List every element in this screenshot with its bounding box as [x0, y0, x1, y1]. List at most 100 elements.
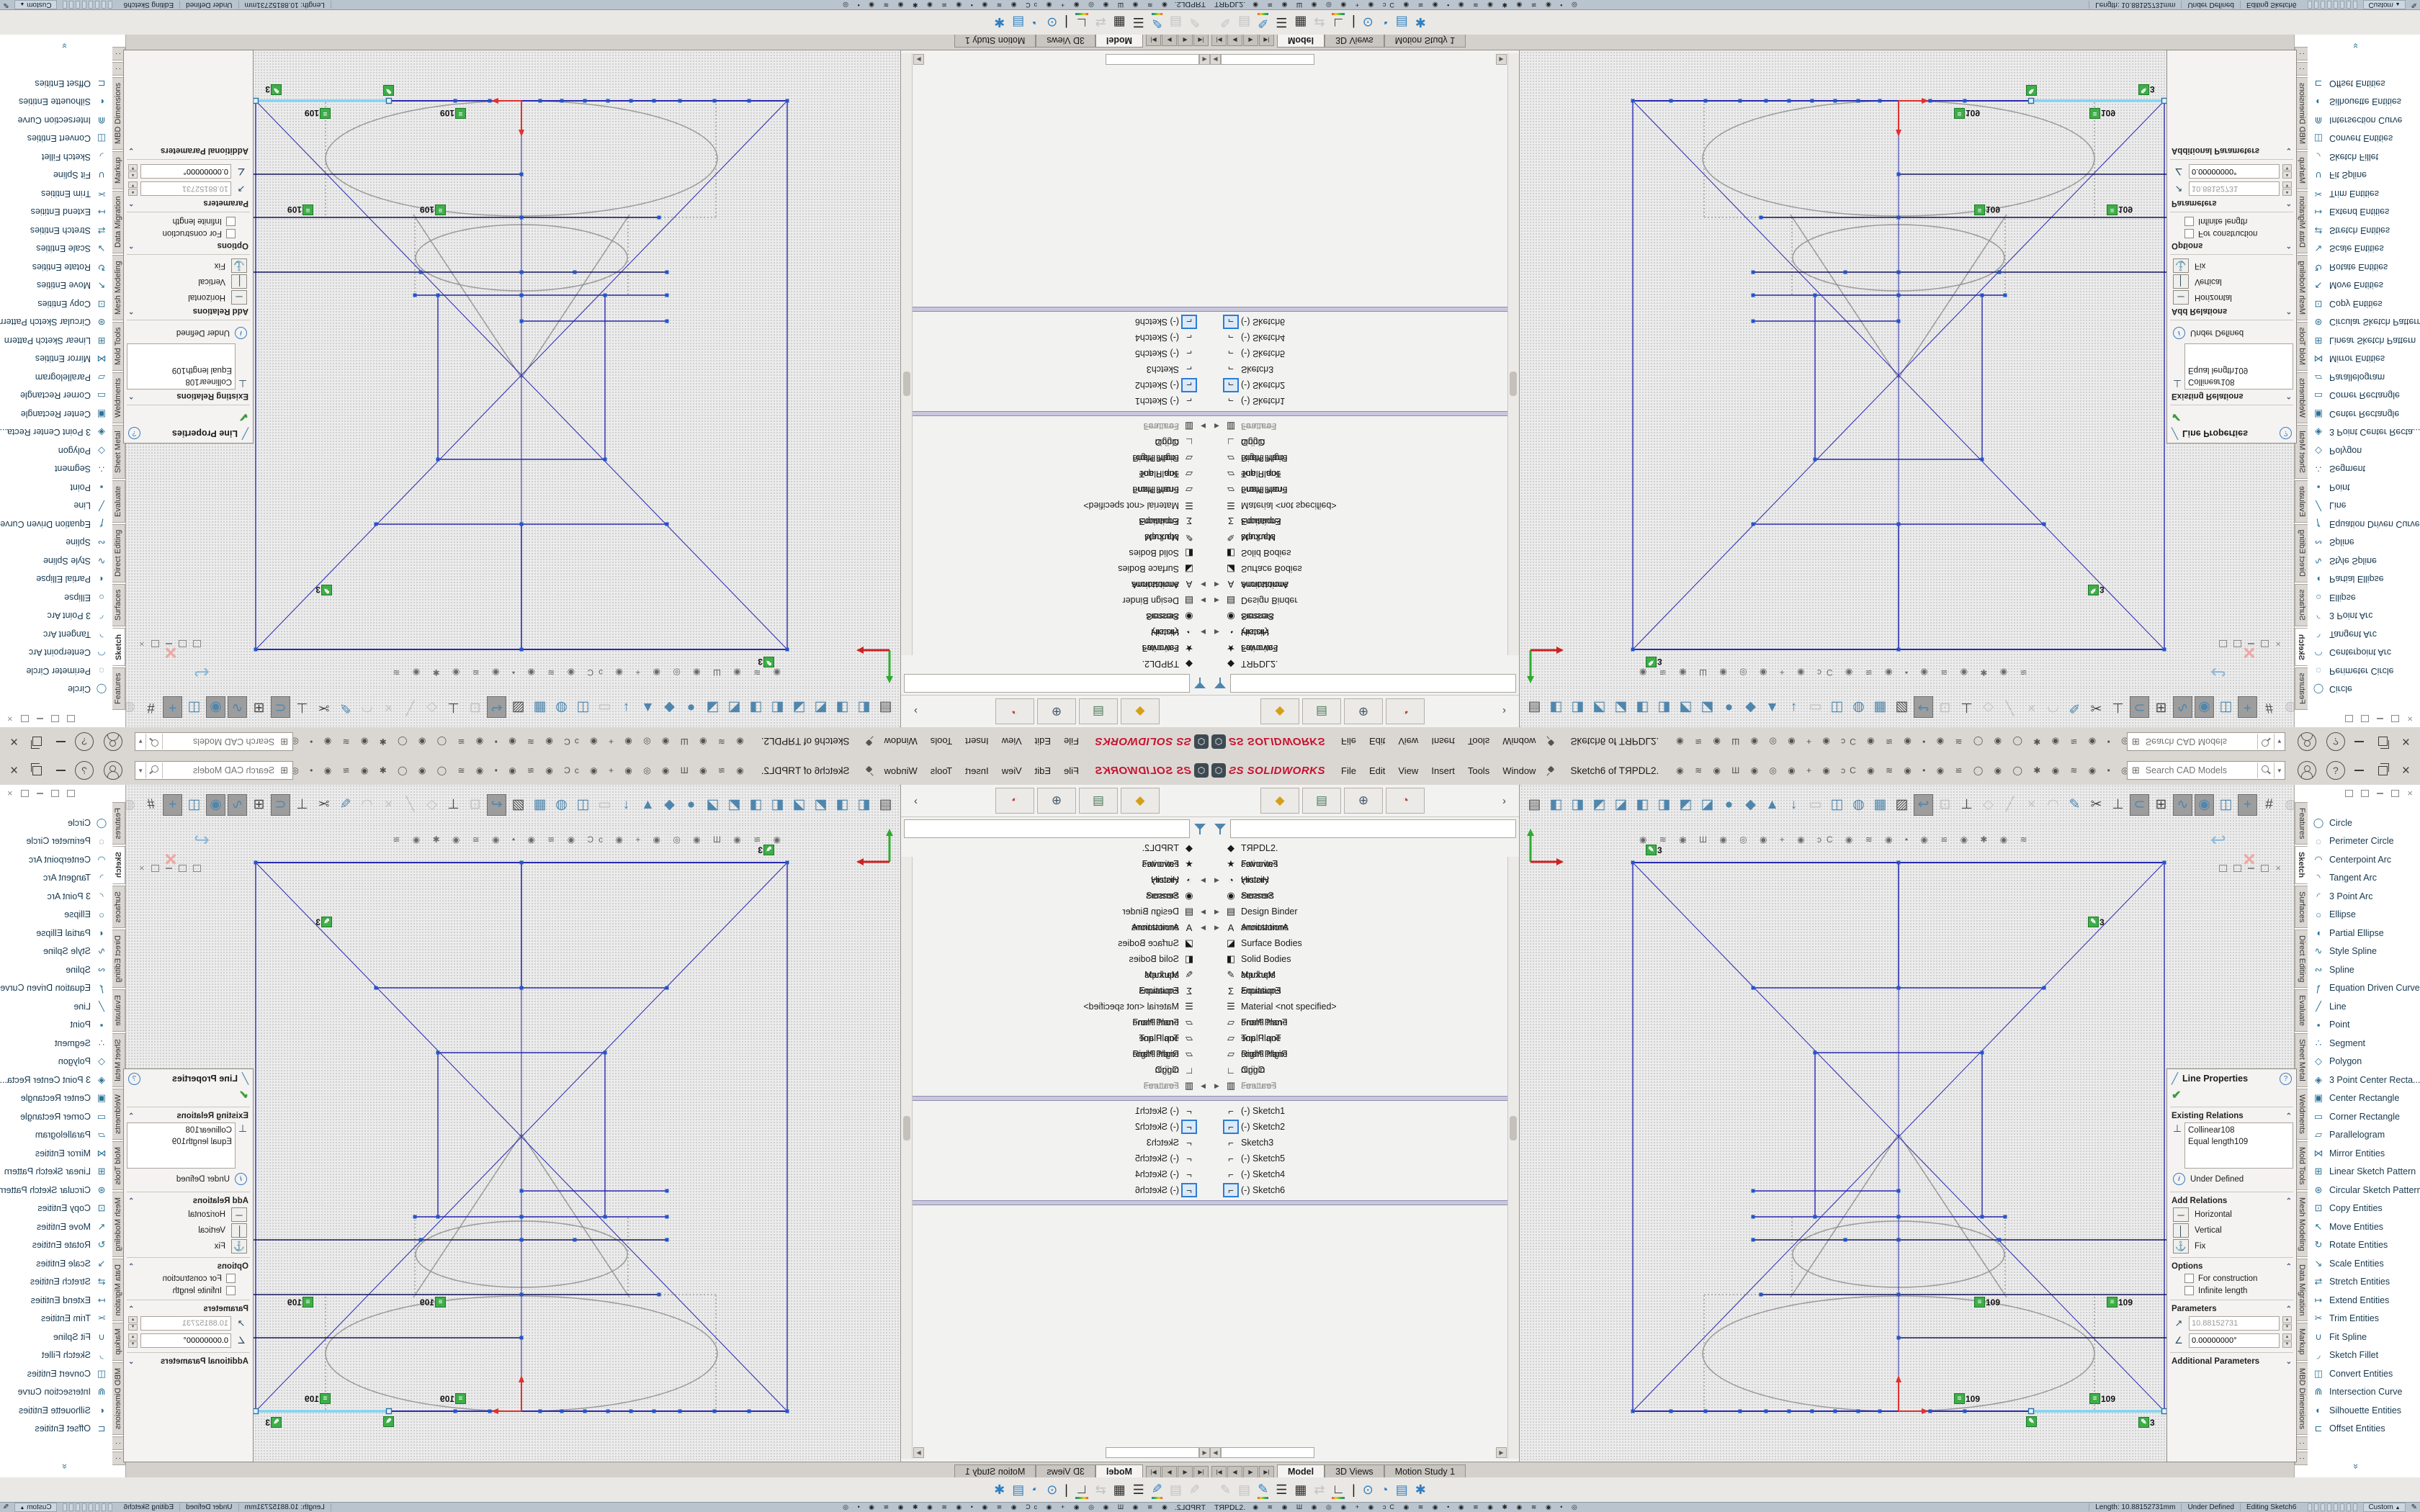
model-tab[interactable]: Model — [1095, 1464, 1143, 1478]
expander-icon[interactable]: ▶ — [1214, 924, 1224, 932]
bottom-toolbar-icon[interactable]: ✎ — [1258, 14, 1268, 31]
tree-row[interactable]: ▱ Right PlaneRight Plane — [1210, 450, 1519, 466]
tree-row[interactable]: ✎ MarkupsMarkups — [1210, 967, 1519, 983]
collapse-icon[interactable]: ⌃ — [2286, 1112, 2292, 1120]
sketch-tool-item[interactable]: ⊡ Copy Entities — [0, 1200, 112, 1218]
restore-button[interactable] — [2378, 737, 2388, 747]
sketch-tool-item[interactable]: ▱ Parallelogram — [2308, 1126, 2420, 1145]
user-account-icon[interactable] — [2298, 761, 2316, 780]
bottom-toolbar-icon[interactable]: ▦ — [1113, 1482, 1126, 1498]
bottom-toolbar-icon[interactable]: ☰ — [1133, 14, 1144, 30]
ribbon-tool-icon[interactable]: ◍ — [1849, 794, 1868, 816]
length-parameter-input[interactable] — [140, 1316, 231, 1331]
sketch-relation-badge[interactable]: ✎3 — [758, 845, 774, 855]
sketch-relation-badge[interactable]: ≡109 — [1954, 1393, 1980, 1404]
sketch-tool-item[interactable]: ⋈ Mirror Entities — [0, 350, 112, 369]
menu-item[interactable]: Edit — [1363, 734, 1391, 750]
sketch-tool-item[interactable]: ↻ Rotate Entities — [2308, 1236, 2420, 1255]
ribbon-tool-icon[interactable]: ◨ — [1568, 794, 1587, 816]
expander-icon[interactable]: ▶ — [1214, 876, 1224, 884]
add-relation-button[interactable]: │Vertical — [2167, 1223, 2296, 1238]
option-checkbox[interactable]: For construction — [124, 228, 253, 240]
sketch-tool-item[interactable]: ◝ Tangent Arc — [0, 869, 112, 888]
menu-item[interactable]: Edit — [1029, 734, 1057, 750]
bottom-toolbar-icon[interactable]: ∟ — [1332, 1482, 1345, 1499]
sketch-tool-item[interactable]: ◜ 3 Point Arc — [0, 607, 112, 626]
tree-splitter-2[interactable] — [1210, 1200, 1519, 1205]
restore-button[interactable] — [2378, 766, 2388, 775]
sketch-tool-item[interactable]: ◯ Circle — [0, 814, 112, 832]
sketch-tool-item[interactable]: ⋈ Mirror Entities — [0, 1144, 112, 1163]
sketch-tool-item[interactable]: ∿ Style Spline — [0, 942, 112, 961]
sketch-tree-row[interactable]: ⌐ (-) Sketch2(-) Sketch2 — [1210, 377, 1519, 393]
ribbon-tool-icon[interactable]: ◆ — [1741, 794, 1760, 816]
sketch-tool-item[interactable]: ╱ Line — [2308, 997, 2420, 1016]
tree-row[interactable]: ◪ Surface BodiesSurface Bodies — [901, 935, 1210, 951]
bottom-toolbar-icon[interactable]: ✎ — [1189, 1482, 1200, 1498]
command-tab[interactable]: Evaluate — [2295, 480, 2308, 523]
option-checkbox[interactable]: For construction — [124, 1272, 253, 1284]
sketch-tool-item[interactable]: ↻ Rotate Entities — [0, 1236, 112, 1255]
sketch-tool-item[interactable]: ○ Ellipse — [0, 588, 112, 607]
relations-listbox[interactable]: Collinear108Equal length109 — [127, 1122, 236, 1169]
sketch-tool-item[interactable]: ⋒ Intersection Curve — [2308, 111, 2420, 130]
sketch-tool-item[interactable]: ◇ Polygon — [0, 1053, 112, 1071]
first-tab-icon[interactable]: |◀ — [1193, 34, 1209, 46]
search-box[interactable]: ⊞ ▼ — [2127, 761, 2285, 780]
tree-row[interactable]: ☰ Material <not specified>Material <not … — [901, 999, 1210, 1014]
sketch-tool-item[interactable]: ▱ Parallelogram — [0, 1126, 112, 1145]
sketch-tool-item[interactable]: ⋈ Mirror Entities — [2308, 350, 2420, 369]
add-relation-button[interactable]: │Vertical — [124, 1223, 253, 1238]
tree-row[interactable]: ★ FavoritesFavorites — [901, 856, 1210, 872]
sketch-tool-item[interactable]: ▣ Center Rectangle — [2308, 1089, 2420, 1108]
display-manager-tab[interactable]: ◔ — [1386, 698, 1425, 724]
add-relation-button[interactable]: ⚓Fix — [124, 1238, 253, 1254]
command-tab[interactable]: Surfaces — [112, 886, 125, 928]
tree-row[interactable]: ▶ ▤ Design BinderDesign Binder — [901, 904, 1210, 919]
ribbon-tool-icon[interactable]: ↓ — [617, 794, 636, 816]
scroll-left-icon[interactable]: ◀ — [1210, 54, 1221, 65]
sketch-tree-row[interactable]: ⌐ (-) Sketch2(-) Sketch2 — [901, 377, 1210, 393]
bottom-toolbar-icon[interactable]: ✱ — [994, 1482, 1005, 1498]
sketch-tool-item[interactable]: ⇄ Stretch Entities — [0, 221, 112, 240]
ribbon-tool-icon[interactable]: ◫ — [2216, 697, 2236, 719]
menu-item[interactable]: Window — [1497, 763, 1541, 778]
property-manager-tab[interactable]: ▤ — [1302, 698, 1341, 724]
sketch-tool-item[interactable]: ▪ Point — [0, 1016, 112, 1035]
menu-item[interactable]: Tools — [925, 734, 958, 750]
panel-help-icon[interactable]: ? — [128, 428, 140, 440]
sketch-tool-item[interactable]: ◌ Perimeter Circle — [2308, 832, 2420, 851]
tree-row[interactable]: ▱ Front PlaneFront Plane — [901, 1014, 1210, 1030]
search-icon[interactable] — [146, 762, 163, 778]
sketch-tree-row[interactable]: ⌐ (-) Sketch5(-) Sketch5 — [1210, 1151, 1519, 1166]
panel-flyout-chevron-icon[interactable]: › — [914, 795, 918, 807]
doc-minimize-icon[interactable] — [2248, 868, 2254, 869]
sketch-relation-badge[interactable]: ✎3 — [2088, 917, 2105, 927]
feature-tree-tab[interactable]: ◆ — [1121, 788, 1160, 814]
sketch-relation-badge[interactable]: ≡109 — [440, 108, 466, 119]
display-manager-tab[interactable]: ◔ — [995, 788, 1034, 814]
scroll-right-icon[interactable]: ▶ — [1496, 54, 1507, 65]
tree-row[interactable]: ▶ A AnnotationsAnnotations — [1210, 577, 1519, 593]
ribbon-tool-icon[interactable]: ◪ — [1698, 794, 1717, 816]
menu-item[interactable]: Tools — [925, 763, 958, 778]
ribbon-tool-icon[interactable]: ╱ — [2000, 794, 2020, 816]
sketch-tool-item[interactable]: ⊞ Linear Sketch Pattern — [0, 331, 112, 350]
relation-item[interactable]: Equal length109 — [2188, 1136, 2290, 1148]
search-box[interactable]: ⊞ ▼ — [135, 732, 293, 751]
command-tab[interactable]: Surfaces — [2295, 584, 2308, 626]
ribbon-tool-icon[interactable]: ⊡ — [465, 794, 485, 816]
doc-minimize-icon[interactable] — [2248, 643, 2254, 644]
sketch-tool-item[interactable]: ∪ Fit Spline — [0, 166, 112, 185]
prev-tab-icon[interactable]: ◀ — [1178, 34, 1193, 46]
tree-row[interactable]: ◉ SensorsSensors — [1210, 608, 1519, 624]
help-icon[interactable]: ? — [2326, 761, 2345, 780]
ribbon-tool-icon[interactable]: ╱ — [400, 697, 420, 719]
ribbon-tool-icon[interactable]: ◩ — [1590, 697, 1609, 719]
sketch-tree-row[interactable]: ⌐ (-) Sketch1(-) Sketch1 — [901, 1103, 1210, 1119]
scroll-left-icon[interactable]: ◀ — [1199, 1447, 1210, 1458]
sketch-tool-item[interactable]: ↘ Scale Entities — [0, 1254, 112, 1273]
relation-item[interactable]: Equal length109 — [130, 1136, 232, 1148]
bottom-toolbar-icon[interactable]: ⊙ — [1363, 1482, 1373, 1498]
tree-filter-input[interactable] — [1230, 674, 1516, 693]
